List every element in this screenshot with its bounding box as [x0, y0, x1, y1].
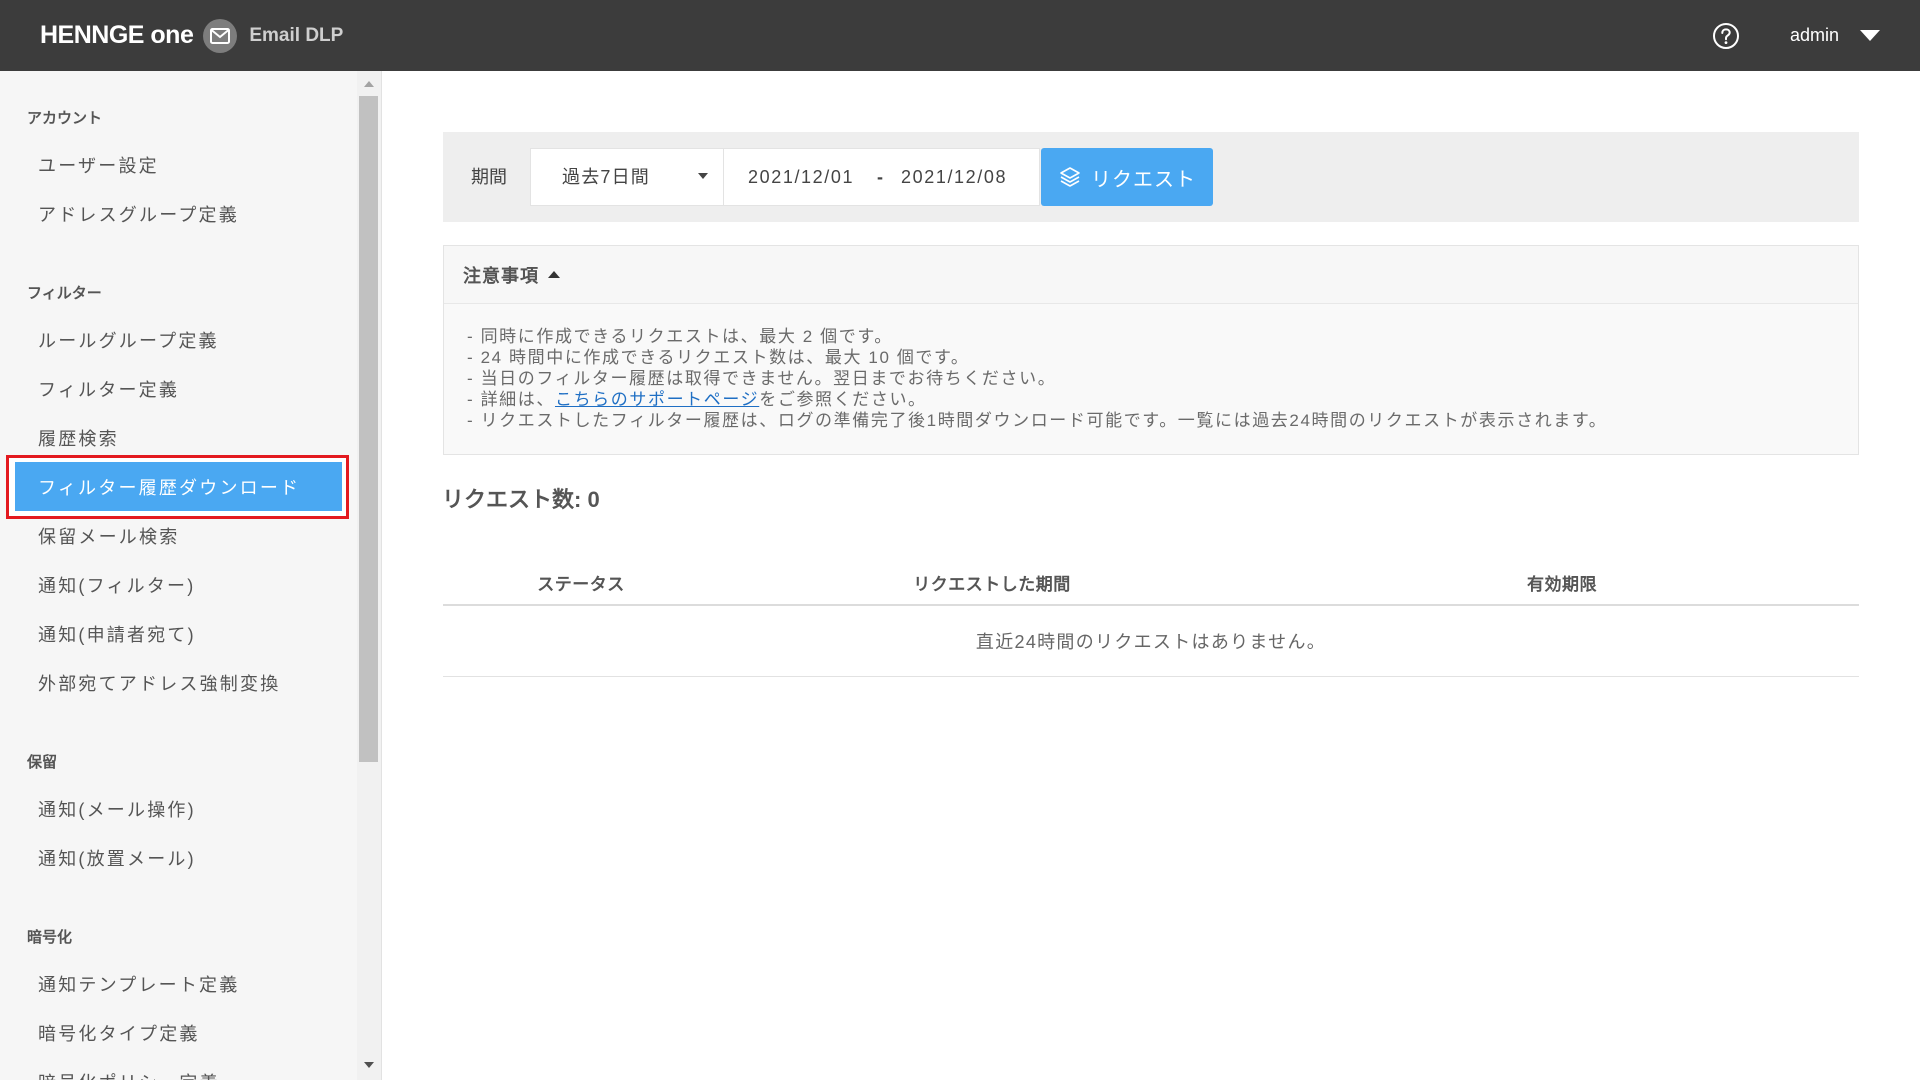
date-from-input[interactable]: 2021/12/01 — [748, 149, 854, 205]
notice-body: - 同時に作成できるリクエストは、最大 2 個です。 - 24 時間中に作成でき… — [444, 304, 1858, 431]
user-name: admin — [1790, 25, 1840, 45]
notice-title: 注意事項 — [463, 265, 539, 286]
request-count-label: リクエスト数: — [442, 487, 582, 512]
period-label: 期間 — [471, 167, 507, 187]
mail-icon — [203, 18, 238, 53]
caret-down-icon — [1860, 30, 1881, 41]
table-row: 直近24時間のリクエストはありません。 — [443, 605, 1859, 677]
sidebar-item-rule-group[interactable]: ルールグループ定義 — [15, 315, 342, 364]
sidebar-section-title: フィルター — [27, 285, 102, 302]
sidebar-section-title: 暗号化 — [27, 929, 73, 946]
table-header-row: ステータス リクエストした期間 有効期限 — [443, 560, 1859, 606]
sidebar-item-notify-applicant[interactable]: 通知(申請者宛て) — [15, 609, 342, 658]
sidebar-item-notify-template[interactable]: 通知テンプレート定義 — [15, 959, 342, 1008]
notice-line-prefix: - 詳細は、 — [467, 390, 555, 409]
sidebar-item-external-address-rewrite[interactable]: 外部宛てアドレス強制変換 — [15, 658, 342, 707]
sidebar-section-encryption: 暗号化 通知テンプレート定義 暗号化タイプ定義 暗号化ポリシー定義 — [0, 917, 357, 1080]
request-count: リクエスト数: 0 — [442, 482, 600, 514]
caret-up-icon — [548, 271, 560, 278]
notice-toggle[interactable]: 注意事項 — [444, 246, 1858, 304]
sidebar-item-held-mail-search[interactable]: 保留メール検索 — [15, 511, 342, 560]
sidebar-section-title: アカウント — [27, 110, 103, 127]
sidebar: アカウント ユーザー設定 アドレスグループ定義 フィルター ルールグループ定義 … — [0, 71, 382, 1080]
scroll-down-arrow-icon[interactable] — [364, 1062, 374, 1068]
period-select[interactable]: 過去7日間 — [530, 148, 724, 206]
date-range-input[interactable]: 2021/12/01 - 2021/12/08 — [724, 148, 1040, 206]
sidebar-item-notify-mail-action[interactable]: 通知(メール操作) — [15, 784, 342, 833]
brand-logo-text: HENNGE one — [40, 21, 194, 49]
sidebar-item-history-search[interactable]: 履歴検索 — [15, 413, 342, 462]
sidebar-nav: アカウント ユーザー設定 アドレスグループ定義 フィルター ルールグループ定義 … — [0, 71, 357, 1080]
request-filter-bar: 期間 過去7日間 2021/12/01 - 2021/12/08 リクエスト — [443, 132, 1859, 222]
chevron-down-icon — [698, 173, 708, 179]
date-to-input[interactable]: 2021/12/08 — [901, 149, 1007, 205]
sidebar-item-filter-definition[interactable]: フィルター定義 — [15, 364, 342, 413]
user-menu[interactable]: admin — [1790, 0, 1881, 71]
request-button-label: リクエスト — [1091, 168, 1196, 191]
notice-line: - 24 時間中に作成できるリクエスト数は、最大 10 個です。 — [467, 348, 970, 367]
sidebar-section-title: 保留 — [27, 754, 58, 771]
column-header-expiry: 有効期限 — [1265, 560, 1859, 606]
column-header-status: ステータス — [443, 560, 719, 606]
notice-line: - リクエストしたフィルター履歴は、ログの準備完了後1時間ダウンロード可能です。… — [467, 411, 1608, 430]
scroll-up-arrow-icon[interactable] — [364, 81, 374, 87]
layers-icon — [1060, 167, 1080, 187]
notice-line: - 詳細は、こちらのサポートページをご参照ください。 — [467, 389, 1834, 410]
top-bar: HENNGE one Email DLP admin — [0, 0, 1920, 71]
notice-line-suffix: をご参照ください。 — [759, 390, 927, 409]
request-button[interactable]: リクエスト — [1041, 148, 1213, 206]
period-select-value: 過去7日間 — [562, 167, 651, 187]
date-separator: - — [877, 167, 885, 187]
notice-line: - 同時に作成できるリクエストは、最大 2 個です。 — [467, 327, 893, 346]
sidebar-item-address-group[interactable]: アドレスグループ定義 — [15, 189, 342, 238]
request-count-value: 0 — [587, 487, 600, 512]
sidebar-section-hold: 保留 通知(メール操作) 通知(放置メール) — [0, 742, 357, 882]
empty-table-message: 直近24時間のリクエストはありません。 — [443, 605, 1859, 677]
sidebar-item-encryption-policy[interactable]: 暗号化ポリシー定義 — [15, 1057, 342, 1080]
column-header-period: リクエストした期間 — [719, 560, 1265, 606]
sidebar-section-account: アカウント ユーザー設定 アドレスグループ定義 — [0, 98, 357, 238]
support-page-link[interactable]: こちらのサポートページ — [555, 390, 759, 409]
help-icon[interactable] — [1712, 22, 1740, 50]
request-table: ステータス リクエストした期間 有効期限 直近24時間のリクエストはありません。 — [443, 560, 1859, 677]
sidebar-item-encryption-type[interactable]: 暗号化タイプ定義 — [15, 1008, 342, 1057]
notice-panel: 注意事項 - 同時に作成できるリクエストは、最大 2 個です。 - 24 時間中… — [443, 245, 1859, 455]
product-name: Email DLP — [249, 24, 344, 46]
sidebar-section-filter: フィルター ルールグループ定義 フィルター定義 履歴検索 フィルター履歴ダウンロ… — [0, 273, 357, 707]
sidebar-item-user-settings[interactable]: ユーザー設定 — [15, 140, 342, 189]
sidebar-item-notify-idle-mail[interactable]: 通知(放置メール) — [15, 833, 342, 882]
sidebar-item-filter-history-download[interactable]: フィルター履歴ダウンロード — [15, 462, 342, 511]
scrollbar-thumb[interactable] — [359, 96, 378, 762]
sidebar-scrollbar[interactable] — [357, 71, 381, 1080]
sidebar-item-notify-filter[interactable]: 通知(フィルター) — [15, 560, 342, 609]
notice-line: - 当日のフィルター履歴は取得できません。翌日までお待ちください。 — [467, 369, 1057, 388]
brand[interactable]: HENNGE one Email DLP — [40, 0, 343, 71]
